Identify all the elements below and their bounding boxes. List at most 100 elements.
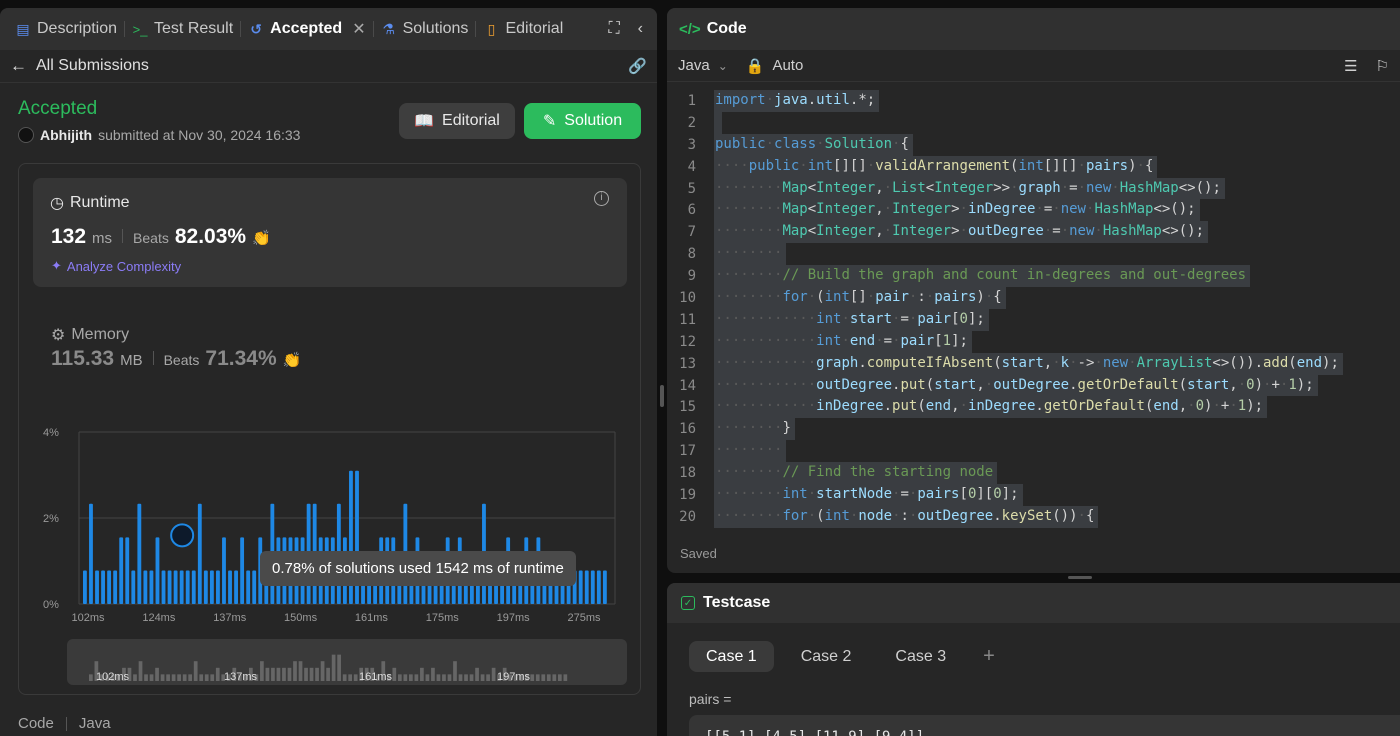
mode-label[interactable]: Auto [772, 57, 803, 74]
analyze-complexity-link[interactable]: ✦ Analyze Complexity [51, 258, 181, 274]
lang-label: Java [78, 715, 111, 732]
chart-bar[interactable] [596, 570, 601, 604]
code-line[interactable]: 3 public·class·Solution·{ [667, 133, 1400, 156]
code-text: ········} [714, 418, 795, 441]
info-icon[interactable]: i [594, 191, 609, 206]
vertical-resize-handle[interactable] [660, 385, 664, 407]
chart-bar[interactable] [137, 503, 142, 604]
share-link-icon[interactable]: 🔗 [628, 57, 647, 75]
chart-bar[interactable] [119, 537, 124, 604]
code-line[interactable]: 15 ············inDegree.put(end,·inDegree… [667, 396, 1400, 419]
chart-bar[interactable] [246, 570, 251, 604]
code-line[interactable]: 19 ········int·startNode·=·pairs[0][0]; [667, 484, 1400, 506]
code-line[interactable]: 14 ············outDegree.put(start,·outDe… [667, 374, 1400, 397]
runtime-value-row: 132 ms Beats 82.03% 👏 [51, 225, 271, 249]
chart-bar[interactable] [101, 570, 105, 604]
format-icon[interactable]: ☰ [1344, 57, 1357, 75]
chart-bar[interactable] [179, 570, 184, 604]
chart-bar[interactable] [89, 503, 93, 604]
editorial-button[interactable]: 📖 Editorial [399, 103, 515, 139]
chart-bar[interactable] [602, 570, 607, 604]
code-line[interactable]: 12 ············int·end·=·pair[1]; [667, 330, 1400, 353]
x-tick-label: 124ms [142, 612, 176, 624]
tab-solutions[interactable]: ⚗ Solutions [374, 8, 476, 50]
divider [65, 716, 67, 731]
mini-x-tick-label: 161ms [359, 671, 393, 683]
chart-bar[interactable] [216, 570, 220, 604]
chart-bar[interactable] [173, 570, 178, 604]
current-submission-marker[interactable] [170, 523, 195, 548]
code-line[interactable]: 16 ········} [667, 418, 1400, 441]
code-line[interactable]: 10 ········for·(int[]·pair·:·pairs)·{ [667, 287, 1400, 309]
chart-bar[interactable] [197, 503, 202, 604]
chart-bar[interactable] [222, 537, 226, 604]
code-line[interactable]: 18 ········// Find the starting node [667, 462, 1400, 485]
chart-bar[interactable] [113, 570, 118, 604]
add-case-icon[interactable]: + [973, 645, 1005, 668]
chart-bar[interactable] [143, 570, 148, 604]
chart-bar[interactable] [155, 537, 160, 604]
chart-bar[interactable] [95, 570, 99, 604]
close-icon[interactable]: ✕ [352, 19, 365, 39]
chart-bar[interactable] [191, 570, 196, 604]
param-input[interactable]: [[5,1],[4,5],[11,9],[9,4]] [689, 715, 1400, 736]
code-line[interactable]: 2 [667, 111, 1400, 134]
chevron-down-icon[interactable]: ⌄ [718, 59, 728, 73]
memory-label[interactable]: ⚙ Memory [51, 325, 129, 345]
x-tick-label: 161ms [355, 612, 389, 624]
case-tab-3[interactable]: Case 3 [878, 641, 963, 672]
chart-bar[interactable] [240, 537, 245, 604]
code-line[interactable]: 17 ········ [667, 440, 1400, 463]
chart-bar[interactable] [167, 570, 172, 604]
avatar[interactable] [18, 127, 34, 143]
chart-bar[interactable] [149, 570, 154, 604]
code-line[interactable]: 4 ····public·int[][]·validArrangement(int… [667, 155, 1400, 178]
tab-editorial[interactable]: ▯ Editorial [476, 8, 570, 50]
chart-bar[interactable] [185, 570, 190, 604]
code-line[interactable]: 9 ········// Build the graph and count in… [667, 265, 1400, 288]
chart-bar[interactable] [584, 570, 589, 604]
tab-test-result[interactable]: >_ Test Result [125, 8, 240, 50]
bookmark-icon[interactable]: ⚐ [1376, 57, 1389, 75]
code-line[interactable]: 20 ········for·(int·node·:·outDegree.keyS… [667, 505, 1400, 528]
code-line[interactable]: 1 import·java.util.*; [667, 90, 1400, 112]
chart-bar[interactable] [203, 570, 208, 604]
code-line[interactable]: 8 ········ [667, 243, 1400, 266]
case-tab-1[interactable]: Case 1 [689, 641, 774, 672]
code-line[interactable]: 11 ············int·start·=·pair[0]; [667, 308, 1400, 331]
mini-bar [298, 661, 303, 681]
maximize-icon[interactable]: ⛶ [608, 20, 619, 38]
chart-bar[interactable] [209, 570, 214, 604]
line-number: 11 [679, 311, 696, 328]
chart-bar[interactable] [252, 570, 257, 604]
horizontal-resize-handle[interactable] [1068, 576, 1092, 579]
code-line[interactable]: 6 ········Map<Integer,·Integer>·inDegree·… [667, 199, 1400, 222]
all-submissions-link[interactable]: All Submissions [36, 57, 149, 75]
chart-bar[interactable] [107, 570, 112, 604]
chart-bar[interactable] [578, 570, 583, 604]
edit-icon: ✎ [542, 113, 557, 130]
solution-button[interactable]: ✎ Solution [524, 103, 641, 139]
memory-value-row: 115.33 MB Beats 71.34% 👏 [51, 347, 301, 371]
chart-bar[interactable] [234, 570, 238, 604]
chart-bar[interactable] [228, 570, 232, 604]
tab-description[interactable]: ▤ Description [8, 8, 124, 50]
chart-bar[interactable] [83, 570, 87, 604]
code-line[interactable]: 7 ········Map<Integer,·Integer>·outDegree… [667, 221, 1400, 244]
submitter-name[interactable]: Abhijith [40, 127, 92, 143]
code-line[interactable]: 5 ········Map<Integer,·List<Integer>>·gra… [667, 177, 1400, 200]
back-arrow-icon[interactable]: ← [10, 56, 28, 76]
runtime-box[interactable]: ◷ Runtime i 132 ms Beats 82.03% 👏 ✦ Anal… [33, 178, 627, 287]
case-tab-2[interactable]: Case 2 [784, 641, 869, 672]
collapse-icon[interactable]: ‹ [638, 20, 643, 38]
left-tab-bar: ▤ Description >_ Test Result ↺ Accepted … [0, 8, 657, 50]
code-editor[interactable]: 1 import·java.util.*; 2 3 public·class·Solut… [667, 90, 1400, 532]
language-select[interactable]: Java [678, 57, 710, 74]
chart-bar[interactable] [125, 537, 130, 604]
code-line[interactable]: 13 ············graph.computeIfAbsent(star… [667, 352, 1400, 375]
tab-accepted[interactable]: ↺ Accepted ✕ [241, 8, 372, 50]
chart-bar[interactable] [590, 570, 595, 604]
runtime-distribution-chart[interactable]: 4% 2% 0% 102ms 124ms 137ms 150ms 161ms 175ms 197m… [19, 414, 640, 685]
chart-bar[interactable] [161, 570, 166, 604]
chart-bar[interactable] [131, 570, 136, 604]
